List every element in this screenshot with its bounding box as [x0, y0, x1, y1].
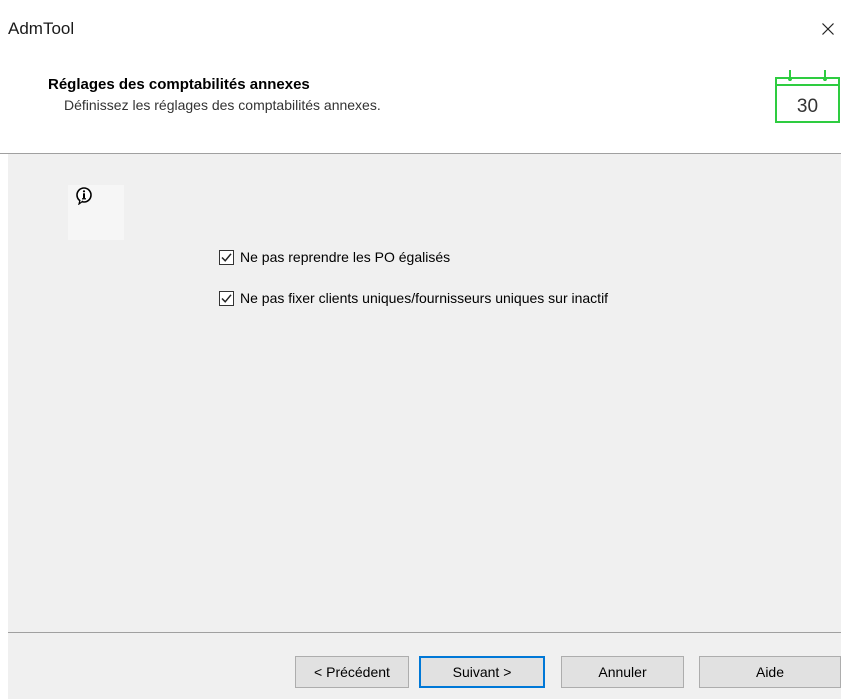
- content-panel: Ne pas reprendre les PO égalisés Ne pas …: [8, 154, 841, 632]
- option-label: Ne pas reprendre les PO égalisés: [240, 249, 451, 265]
- wizard-header: Réglages des comptabilités annexes Défin…: [0, 58, 841, 153]
- info-panel: [68, 185, 124, 240]
- option-skip-inactive-unique[interactable]: Ne pas fixer clients uniques/fournisseur…: [219, 290, 608, 306]
- close-button[interactable]: [812, 12, 841, 46]
- option-label: Ne pas fixer clients uniques/fournisseur…: [240, 290, 609, 306]
- option-skip-po-matched[interactable]: Ne pas reprendre les PO égalisés: [219, 249, 450, 265]
- checkbox-skip-po-matched[interactable]: [219, 249, 234, 265]
- checkmark-icon: [221, 293, 232, 303]
- wizard-footer: < Précédent Suivant > Annuler Aide: [8, 633, 841, 699]
- window-title: AdmTool: [8, 19, 75, 38]
- calendar-icon: 30: [775, 70, 840, 123]
- checkbox-skip-inactive-unique[interactable]: [219, 290, 234, 306]
- help-button[interactable]: Aide: [699, 656, 841, 688]
- page-subtitle: Définissez les réglages des comptabilité…: [64, 97, 381, 113]
- checkmark-icon: [221, 252, 232, 262]
- cancel-button[interactable]: Annuler: [561, 656, 684, 688]
- info-icon: [76, 187, 92, 205]
- calendar-day-text: 30: [797, 96, 818, 117]
- title-bar: AdmTool: [0, 0, 841, 58]
- previous-button[interactable]: < Précédent: [295, 656, 409, 688]
- next-button[interactable]: Suivant >: [419, 656, 545, 688]
- close-icon: [822, 23, 834, 35]
- page-title: Réglages des comptabilités annexes: [48, 76, 310, 93]
